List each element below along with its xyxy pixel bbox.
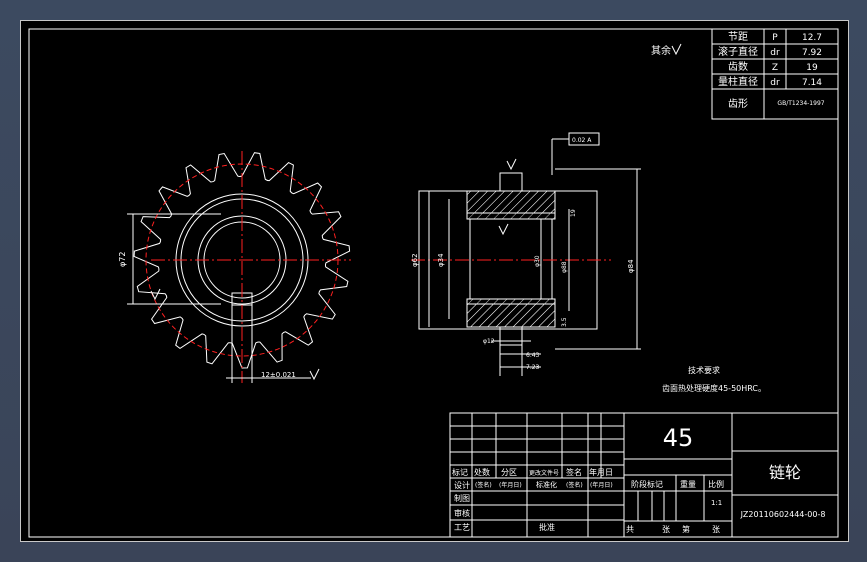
param-name-1: 滚子直径 xyxy=(718,45,758,58)
roughness-symbol-icon xyxy=(671,43,682,56)
param-value-3: 7.14 xyxy=(802,78,822,88)
param-symbol-1: dr xyxy=(770,48,780,58)
tb-header-2: 分区 xyxy=(501,468,517,477)
drawing-svg: 节距 P 12.7 滚子直径 dr 7.92 齿数 Z 19 量柱直径 dr 7… xyxy=(28,28,839,538)
tb-design: 设计 xyxy=(454,480,470,490)
param-symbol-3: dr xyxy=(770,78,780,88)
tb-header-4: 签名 xyxy=(566,467,582,477)
tb-total: 共 xyxy=(626,525,634,534)
front-roughness-icon-2 xyxy=(150,288,161,301)
param-name-3: 量柱直径 xyxy=(718,75,758,88)
tb-review: 审核 xyxy=(454,508,470,518)
section-dim-bottom-b: 6.43 xyxy=(526,352,540,359)
param-symbol-0: P xyxy=(772,33,778,43)
tb-process: 工艺 xyxy=(454,523,470,532)
drawing-frame xyxy=(28,28,839,538)
section-dim-right-small2: 3.5 xyxy=(561,317,568,327)
param-symbol-2: Z xyxy=(772,63,778,73)
tb-stage: 阶段标记 xyxy=(631,479,663,489)
param-name-0: 节距 xyxy=(728,31,748,43)
section-dim-left-0: φ62 xyxy=(411,253,419,267)
tb-header-1: 处数 xyxy=(474,467,490,477)
drawing-canvas: 节距 P 12.7 滚子直径 dr 7.92 齿数 Z 19 量柱直径 dr 7… xyxy=(20,20,849,542)
param-value-4: GB/T1234-1997 xyxy=(777,100,824,107)
parameter-table: 节距 P 12.7 滚子直径 dr 7.92 齿数 Z 19 量柱直径 dr 7… xyxy=(711,28,839,120)
param-value-1: 7.92 xyxy=(802,48,822,58)
tb-drawing-no: JZ20110602444-00-8 xyxy=(740,510,826,519)
tb-approve: 批准 xyxy=(539,522,555,532)
section-dim-bottom-c: 7.23 xyxy=(526,364,540,371)
tb-weight: 重量 xyxy=(680,479,696,489)
front-dim-keyway: 12±0.021 xyxy=(261,371,296,379)
tech-req-line1: 齿面热处理硬度45-50HRC。 xyxy=(662,383,766,393)
title-block: 标记 处数 分区 更改文件号 签名 年月日 设计 (签名) (年月日) 标准化 … xyxy=(449,412,839,538)
tb-header-0: 标记 xyxy=(452,467,468,477)
section-dim-left-1: φ34 xyxy=(437,253,445,267)
tb-scale: 比例 xyxy=(708,479,724,489)
section-tolerance-box: 0.02 A xyxy=(572,137,592,144)
sprocket-front-view: φ72 12±0.021 xyxy=(118,151,351,383)
tb-sheet: 张 xyxy=(662,525,670,534)
tb-header-5: 年月日 xyxy=(589,467,613,477)
param-value-0: 12.7 xyxy=(802,33,822,43)
tb-scale-value: 1:1 xyxy=(711,499,722,507)
front-roughness-icon xyxy=(309,368,320,381)
tb-part-name: 链轮 xyxy=(769,463,801,482)
section-dim-inner-1: φ88 xyxy=(561,261,568,273)
section-dim-bottom-a: φ12 xyxy=(483,338,495,345)
section-roughness-icon xyxy=(506,158,517,171)
tb-standardize: 标准化 xyxy=(536,480,557,489)
section-dim-right-0: φ84 xyxy=(627,259,635,273)
param-value-2: 19 xyxy=(806,63,818,73)
tb-sign-2: (签名) xyxy=(566,481,583,489)
front-dim-diameter: φ72 xyxy=(118,252,127,267)
sprocket-section-view: φ62 φ34 φ30 φ88 φ84 19 3.5 0.02 A φ12 6.… xyxy=(411,132,641,376)
tb-date-2: (年月日) xyxy=(590,481,613,489)
param-name-4: 齿形 xyxy=(728,98,748,110)
tb-sheet2: 张 xyxy=(712,525,720,534)
section-roughness-icon-2 xyxy=(498,223,509,236)
param-name-2: 齿数 xyxy=(728,60,748,73)
tb-date-1: (年月日) xyxy=(499,481,522,489)
tb-header-3: 更改文件号 xyxy=(529,469,559,477)
tech-req-title: 技术要求 xyxy=(688,365,720,375)
section-dim-inner-0: φ30 xyxy=(534,255,541,267)
tb-sign-1: (签名) xyxy=(475,481,492,489)
tb-page-of: 第 xyxy=(682,524,690,534)
tb-material: 45 xyxy=(663,424,694,452)
roughness-note: 其余 xyxy=(651,44,671,57)
tb-drawing: 制图 xyxy=(454,493,470,503)
section-dim-right-small: 19 xyxy=(570,209,577,217)
